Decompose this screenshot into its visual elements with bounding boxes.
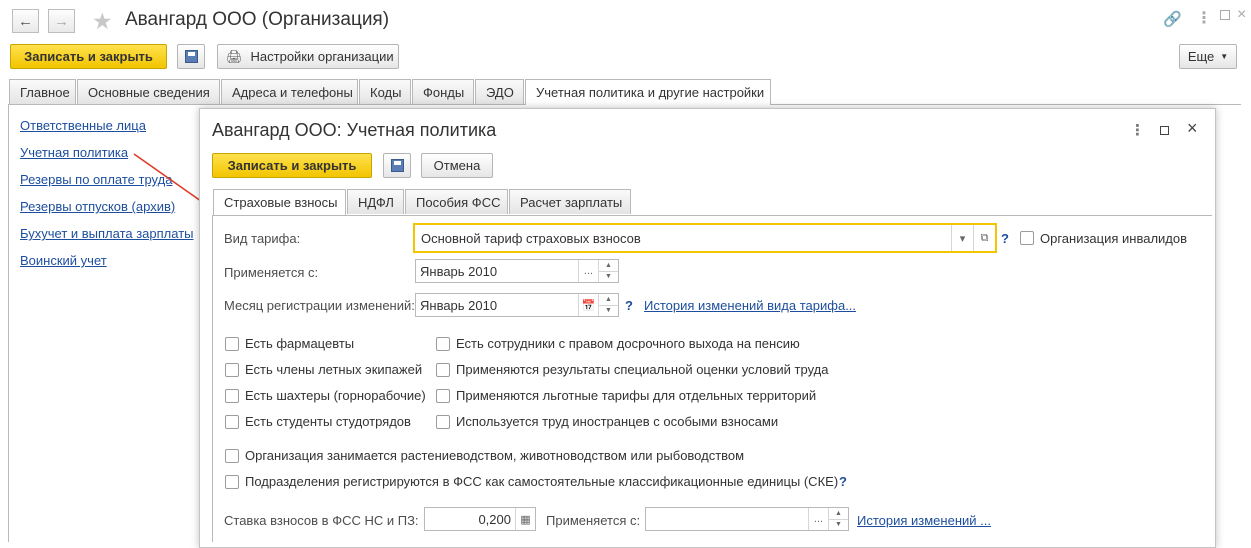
calculator-icon[interactable]: ▦ [515, 508, 535, 530]
org-settings-label: Настройки организации [250, 49, 394, 64]
checkbox[interactable] [436, 389, 450, 403]
tab-fss-benefits[interactable]: Пособия ФСС [405, 189, 508, 214]
dropdown-icon[interactable]: ▾ [951, 225, 973, 251]
checkbox[interactable] [436, 363, 450, 377]
select-dots-icon[interactable]: ... [578, 260, 598, 282]
month-value: Январь 2010 [420, 297, 498, 313]
checkbox[interactable] [225, 475, 239, 489]
tab-basic-info[interactable]: Основные сведения [77, 79, 220, 104]
rate-applies-label: Применяется с: [546, 513, 641, 528]
open-icon[interactable]: ⧉ [973, 225, 995, 251]
menu-dots-icon[interactable]: ⋮ [1196, 8, 1212, 28]
check-fss-units: Подразделения регистрируются в ФСС как с… [245, 474, 839, 489]
sidebar-item-payroll[interactable]: Бухучет и выплата зарплаты [20, 226, 194, 241]
dialog-save-close-button[interactable]: Записать и закрыть [212, 153, 372, 178]
floppy-icon [184, 50, 198, 63]
rate-value: 0,200 [478, 511, 511, 527]
help-icon[interactable]: ? [625, 298, 633, 313]
rate-history-link[interactable]: История изменений ... [857, 513, 991, 528]
floppy-icon [390, 159, 404, 172]
tariff-value: Основной тариф страховых взносов [421, 230, 641, 246]
check-flight-crews: Есть члены летных экипажей [245, 362, 423, 377]
tab-ndfl[interactable]: НДФЛ [347, 189, 404, 214]
check-students: Есть студенты студотрядов [245, 414, 411, 429]
window-title: Авангард ООО (Организация) [125, 9, 390, 30]
help-icon[interactable]: ? [839, 474, 847, 489]
checkbox[interactable] [225, 449, 239, 463]
applies-label: Применяется с: [224, 265, 319, 280]
chevron-down-icon: ▼ [1220, 52, 1229, 61]
dialog-title: Авангард ООО: Учетная политика [212, 120, 497, 140]
arrow-left-icon: ← [18, 12, 33, 30]
rate-applies-field[interactable]: ... ▲ ▼ [645, 507, 849, 531]
check-agriculture: Организация занимается растениеводством,… [245, 448, 745, 463]
tab-codes[interactable]: Коды [359, 79, 411, 104]
check-special-assessment: Применяются результаты специальной оценк… [456, 362, 829, 377]
dialog-close-icon[interactable]: × [1187, 118, 1198, 139]
dialog-menu-icon[interactable]: ⋮ [1130, 121, 1145, 139]
org-settings-button[interactable]: 🖨 Настройки организации [217, 44, 399, 69]
invalid-org-checkbox[interactable] [1020, 231, 1034, 245]
printer-icon: 🖨 [226, 48, 243, 64]
tab-addresses[interactable]: Адреса и телефоны [221, 79, 358, 104]
checkbox[interactable] [225, 337, 239, 351]
select-dots-icon[interactable]: ... [808, 508, 828, 530]
checkbox[interactable] [436, 415, 450, 429]
help-icon[interactable]: ? [1001, 231, 1009, 246]
check-miners: Есть шахтеры (горнорабочие) [245, 388, 426, 403]
stepper-icon[interactable]: ▲ ▼ [598, 294, 618, 316]
check-pharmacists: Есть фармацевты [245, 336, 355, 351]
rate-field[interactable]: 0,200 ▦ [424, 507, 536, 531]
sidebar-item-accounting-policy[interactable]: Учетная политика [20, 145, 128, 160]
tab-accounting-policy[interactable]: Учетная политика и другие настройки [525, 79, 771, 105]
save-close-button[interactable]: Записать и закрыть [10, 44, 167, 69]
more-button[interactable]: Еще ▼ [1179, 44, 1237, 69]
tab-main[interactable]: Главное [9, 79, 76, 104]
save-button[interactable] [177, 44, 205, 69]
month-field[interactable]: Январь 2010 📅 ▲ ▼ [415, 293, 619, 317]
tab-salary-calc[interactable]: Расчет зарплаты [509, 189, 631, 214]
check-foreign-labor: Используется труд иностранцев с особыми … [456, 414, 779, 429]
close-icon[interactable]: × [1237, 6, 1246, 24]
tariff-label: Вид тарифа: [224, 231, 301, 246]
sidebar-item-responsible[interactable]: Ответственные лица [20, 118, 146, 133]
checkbox[interactable] [436, 337, 450, 351]
check-early-pension: Есть сотрудники с правом досрочного выхо… [456, 336, 800, 351]
forward-button[interactable]: → [48, 9, 75, 33]
tab-funds[interactable]: Фонды [412, 79, 474, 104]
dialog-save-button[interactable] [383, 153, 411, 178]
tab-insurance[interactable]: Страховые взносы [213, 189, 346, 215]
tariff-history-link[interactable]: История изменений вида тарифа... [644, 298, 856, 313]
check-preferential-tariffs: Применяются льготные тарифы для отдельны… [456, 388, 817, 403]
calendar-icon[interactable]: 📅 [578, 294, 598, 316]
checkbox[interactable] [225, 389, 239, 403]
checkbox[interactable] [225, 363, 239, 377]
tab-edo[interactable]: ЭДО [475, 79, 524, 104]
checkbox[interactable] [225, 415, 239, 429]
sidebar-item-military[interactable]: Воинский учет [20, 253, 107, 268]
applies-field[interactable]: Январь 2010 ... ▲ ▼ [415, 259, 619, 283]
rate-label: Ставка взносов в ФСС НС и ПЗ: [224, 513, 419, 528]
back-button[interactable]: ← [12, 9, 39, 33]
month-label: Месяц регистрации изменений: [224, 298, 415, 313]
link-icon[interactable]: 🔗 [1163, 10, 1182, 28]
arrow-right-icon: → [54, 12, 69, 30]
stepper-icon[interactable]: ▲ ▼ [598, 260, 618, 282]
maximize-icon[interactable] [1220, 10, 1230, 20]
dialog-maximize-icon[interactable] [1160, 126, 1169, 135]
stepper-icon[interactable]: ▲ ▼ [828, 508, 848, 530]
tariff-select[interactable]: Основной тариф страховых взносов ▾ ⧉ [413, 223, 997, 253]
more-label: Еще [1187, 49, 1215, 64]
invalid-org-label: Организация инвалидов [1040, 231, 1188, 246]
applies-value: Январь 2010 [420, 263, 498, 279]
star-icon[interactable]: ★ [92, 8, 113, 35]
dialog-cancel-button[interactable]: Отмена [421, 153, 493, 178]
